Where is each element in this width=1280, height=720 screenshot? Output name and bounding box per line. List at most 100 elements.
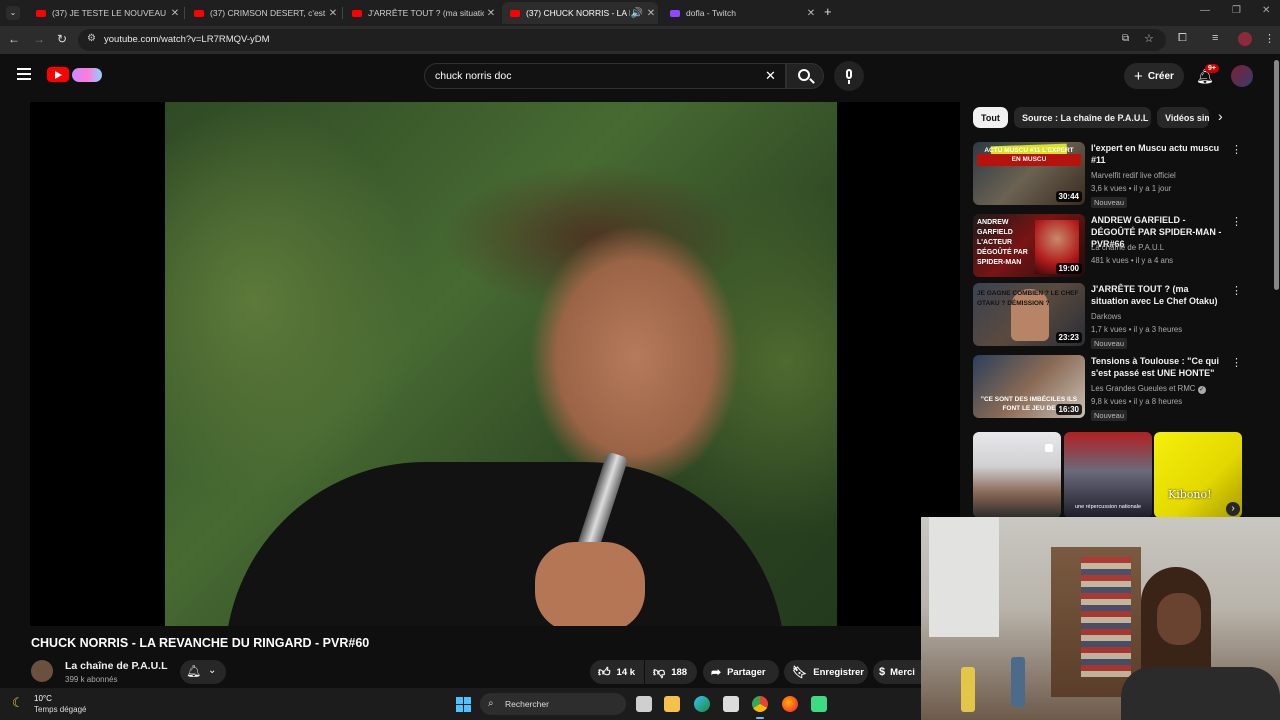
recommended-video[interactable]: ACTU MUSCU #11 L'EXPERT EN MUSCU 30:44 l…	[973, 142, 1258, 208]
twitch-icon	[670, 9, 680, 17]
recommended-meta: 3,6 k vues • il y a 1 jour	[1091, 184, 1172, 193]
browser-menu-icon[interactable]: ⋮	[1264, 32, 1275, 45]
channel-avatar[interactable]	[31, 660, 53, 682]
video-thumbnail[interactable]: "CE SONT DES IMBÉCILES ILS FONT LE JEU D…	[973, 355, 1085, 418]
close-tab-icon[interactable]: ✕	[484, 8, 498, 19]
file-explorer-icon[interactable]	[664, 696, 680, 712]
account-avatar[interactable]	[1231, 65, 1253, 87]
notifications-badge: 9+	[1205, 64, 1219, 73]
close-tab-icon[interactable]: ✕	[326, 8, 340, 19]
short-caption: une répercussion nationale	[1074, 504, 1142, 510]
recommended-title[interactable]: l'expert en Muscu actu muscu #11	[1091, 142, 1225, 166]
browser-tab[interactable]: dofla - Twitch ✕	[662, 2, 818, 24]
recommended-channel[interactable]: Darkows	[1091, 312, 1121, 321]
more-options-icon[interactable]: ⋮	[1231, 144, 1242, 158]
search-button[interactable]	[786, 63, 824, 89]
taskbar-search[interactable]: ⌕ Rechercher	[480, 693, 626, 715]
youtube-logo[interactable]	[47, 67, 105, 83]
page-scrollbar[interactable]	[1274, 60, 1279, 290]
close-tab-icon[interactable]: ✕	[168, 8, 182, 19]
youtube-icon	[194, 9, 204, 17]
minimize-window-icon[interactable]: —	[1200, 5, 1210, 16]
short-thumbnail[interactable]: une répercussion nationale	[1064, 432, 1152, 518]
reload-icon[interactable]: ↻	[57, 32, 67, 46]
close-tab-icon[interactable]: ✕	[804, 8, 818, 19]
recommended-video[interactable]: "CE SONT DES IMBÉCILES ILS FONT LE JEU D…	[973, 355, 1258, 421]
more-options-icon[interactable]: ⋮	[1231, 216, 1242, 230]
forward-icon[interactable]: →	[33, 32, 45, 46]
close-tab-icon[interactable]: ✕	[644, 8, 658, 19]
like-button[interactable]: 👍︎ 14 k	[590, 660, 644, 684]
video-thumbnail[interactable]: ACTU MUSCU #11 L'EXPERT EN MUSCU 30:44	[973, 142, 1085, 205]
more-options-icon[interactable]: ⋮	[1231, 357, 1242, 371]
doodle-icon	[72, 68, 102, 82]
chip-source[interactable]: Source : La chaîne de P.A.U.L	[1014, 107, 1151, 128]
search-input[interactable]: chuck norris doc ✕	[424, 63, 786, 89]
recommended-meta: 1,7 k vues • il y a 3 heures	[1091, 325, 1183, 334]
subscriber-count: 399 k abonnés	[65, 675, 118, 684]
video-thumbnail[interactable]: JE GAGNE COMBIEN ? LE CHEF OTAKU ? DÉMIS…	[973, 283, 1085, 346]
subscription-bell-button[interactable]: 🔔︎ ⌄	[180, 660, 226, 684]
more-options-icon[interactable]: ⋮	[1231, 285, 1242, 299]
recommended-channel[interactable]: Les Grandes Gueules et RMC ✓	[1091, 384, 1206, 394]
weather-icon: ☾	[12, 695, 24, 710]
notifications-button[interactable]: 🔔︎ 9+	[1194, 64, 1219, 86]
youtube-play-icon	[47, 67, 69, 82]
clear-search-icon[interactable]: ✕	[765, 68, 776, 84]
browser-tab-active[interactable]: (37) CHUCK NORRIS - LA R 🔊 ✕	[502, 2, 658, 24]
recommended-video[interactable]: JE GAGNE COMBIEN ? LE CHEF OTAKU ? DÉMIS…	[973, 283, 1258, 349]
install-app-icon[interactable]: ⧉	[1122, 33, 1129, 44]
thumbs-up-icon: 👍︎	[598, 664, 611, 679]
thanks-button[interactable]: $ Merci	[873, 660, 921, 684]
recommended-video[interactable]: ANDREW GARFIELD L'ACTEUR DÉGOÛTÉ PAR SPI…	[973, 214, 1258, 280]
chevron-right-icon[interactable]: ›	[1226, 502, 1240, 516]
profile-avatar[interactable]	[1238, 32, 1252, 46]
recommended-meta: 9,8 k vues • il y a 8 heures	[1091, 397, 1183, 406]
chrome-icon[interactable]	[752, 696, 768, 712]
windows-start-icon[interactable]	[456, 697, 471, 712]
channel-name[interactable]: La chaîne de P.A.U.L	[65, 660, 168, 672]
video-duration: 16:30	[1055, 404, 1082, 415]
dislike-button[interactable]: 👎︎ 188	[645, 660, 697, 684]
new-tab-icon[interactable]: +	[824, 4, 832, 19]
recommended-channel[interactable]: La chaîne de P.A.U.L	[1091, 243, 1164, 252]
short-thumbnail[interactable]	[973, 432, 1061, 518]
recommended-title[interactable]: J'ARRÊTE TOUT ? (ma situation avec Le Ch…	[1091, 283, 1225, 307]
short-thumbnail[interactable]: Kibono! ›	[1154, 432, 1242, 518]
recommended-channel[interactable]: Marvelfit redif live officiel	[1091, 171, 1176, 180]
hamburger-menu-icon[interactable]	[17, 68, 31, 80]
back-icon[interactable]: ←	[8, 32, 20, 46]
address-bar[interactable]: ⚙ youtube.com/watch?v=LR7RMQV-yDM ⧉ ☆	[78, 29, 1166, 51]
chevron-right-icon[interactable]: ›	[1218, 108, 1223, 124]
store-icon[interactable]	[723, 696, 739, 712]
firefox-icon[interactable]	[782, 696, 798, 712]
chip-similar[interactable]: Vidéos sim	[1157, 107, 1209, 128]
media-controls-icon[interactable]: ≡	[1212, 32, 1218, 44]
tab-audio-icon[interactable]: 🔊	[630, 8, 644, 19]
tab-list-dropdown-icon[interactable]: ⌄	[6, 6, 20, 20]
chip-all[interactable]: Tout	[973, 107, 1008, 128]
chevron-down-icon: ⌄	[208, 665, 217, 676]
share-button[interactable]: ➦ Partager	[703, 660, 779, 684]
create-button[interactable]: + Créer	[1124, 63, 1184, 89]
browser-tab[interactable]: (37) CRIMSON DESERT, c'est Ou ✕	[186, 2, 340, 24]
restore-window-icon[interactable]: ❐	[1232, 5, 1241, 16]
voice-search-button[interactable]	[834, 61, 864, 91]
streamer-webcam	[921, 517, 1280, 720]
edge-icon[interactable]	[694, 696, 710, 712]
video-player[interactable]	[30, 102, 960, 626]
browser-tab[interactable]: (37) JE TESTE LE NOUVEAU SER ✕	[28, 2, 182, 24]
save-button[interactable]: 🔖︎ Enregistrer	[784, 660, 868, 684]
browser-tab[interactable]: J'ARRÊTE TOUT ? (ma situation ✕	[344, 2, 498, 24]
bell-icon: 🔔︎	[186, 664, 202, 678]
bookmark-star-icon[interactable]: ☆	[1144, 32, 1154, 45]
task-view-icon[interactable]	[636, 696, 652, 712]
video-thumbnail[interactable]: ANDREW GARFIELD L'ACTEUR DÉGOÛTÉ PAR SPI…	[973, 214, 1085, 277]
app-icon[interactable]	[811, 696, 827, 712]
extensions-icon[interactable]: ⧠	[1178, 32, 1187, 45]
site-info-icon[interactable]: ⚙	[87, 33, 96, 44]
share-icon: ➦	[711, 665, 722, 679]
recommended-title[interactable]: Tensions à Toulouse : "Ce qui s'est pass…	[1091, 355, 1225, 379]
close-window-icon[interactable]: ✕	[1262, 5, 1270, 16]
search-query-text: chuck norris doc	[435, 70, 512, 82]
